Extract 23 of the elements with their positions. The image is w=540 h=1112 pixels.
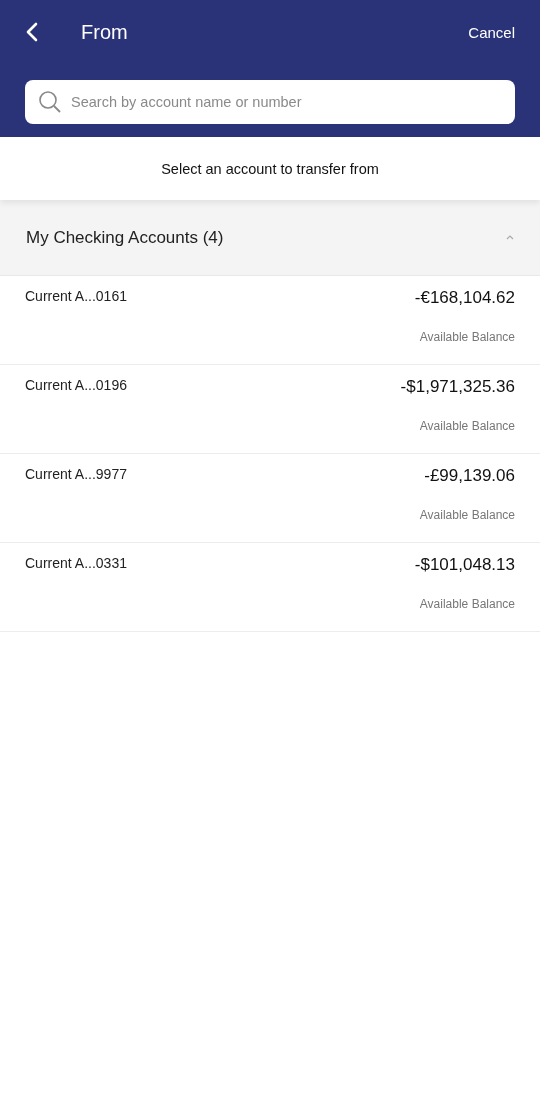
balance-label: Available Balance <box>419 330 515 344</box>
account-balance: -$101,048.13 <box>414 555 515 575</box>
search-field[interactable]: Search by account name or number <box>25 80 515 124</box>
caret-icon <box>506 235 514 240</box>
account-row[interactable]: Current A...0196 -$1,971,325.36 Available Balance <box>0 365 540 454</box>
account-name: Current A...0331 <box>25 555 127 573</box>
cancel-button[interactable]: Cancel <box>468 23 515 41</box>
account-name: Current A...0161 <box>25 288 127 306</box>
balance-label: Available Balance <box>419 508 515 522</box>
instruction-text: Select an account to transfer from <box>161 160 379 177</box>
balance-label: Available Balance <box>419 419 515 433</box>
account-name: Current A...9977 <box>25 466 127 484</box>
account-row[interactable]: Current A...9977 -£99,139.06 Available Balance <box>0 454 540 543</box>
search-icon <box>38 90 62 114</box>
account-balance: -$1,971,325.36 <box>400 377 515 397</box>
account-name: Current A...0196 <box>25 377 127 395</box>
group-header[interactable]: My Checking Accounts (4) <box>0 200 540 276</box>
account-balance: -£99,139.06 <box>424 466 515 486</box>
account-row[interactable]: Current A...0161 -€168,104.62 Available Balance <box>0 276 540 365</box>
account-balance: -€168,104.62 <box>414 288 515 308</box>
account-row[interactable]: Current A...0331 -$101,048.13 Available Balance <box>0 543 540 632</box>
screen-title: From <box>81 20 129 44</box>
balance-label: Available Balance <box>419 597 515 611</box>
